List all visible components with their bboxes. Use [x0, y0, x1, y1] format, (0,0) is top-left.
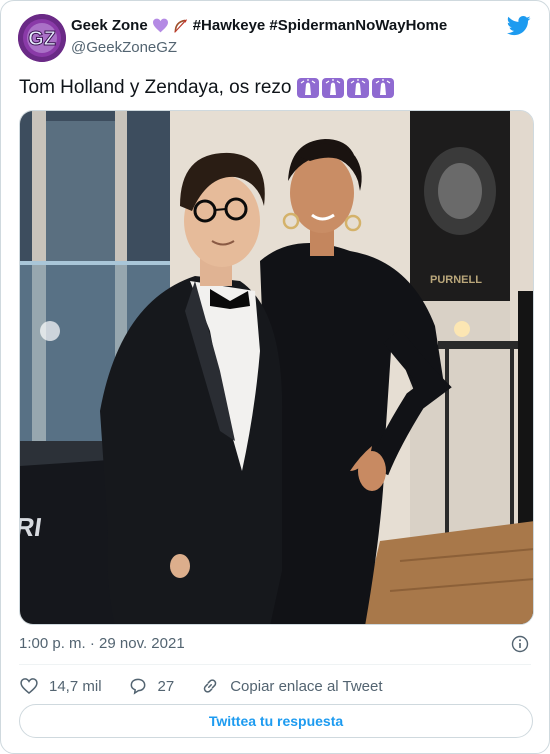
- copy-link-button[interactable]: Copiar enlace al Tweet: [200, 676, 383, 696]
- heart-outline-icon: [20, 678, 38, 695]
- folded-hands-icon: [347, 78, 370, 98]
- folded-hands-icon: [372, 78, 395, 98]
- photo-poster-text: PURNELL: [430, 274, 482, 286]
- avatar[interactable]: GZ: [18, 14, 66, 62]
- like-button[interactable]: 14,7 mil: [19, 676, 102, 696]
- tweet-card: GZ Geek Zone #Hawkeye #SpidermanNoWayHom…: [0, 0, 550, 754]
- avatar-logo-text: GZ: [28, 28, 56, 50]
- bow-and-arrow-icon: [173, 18, 187, 33]
- author-line[interactable]: Geek Zone #Hawkeye #SpidermanNoWayHome: [71, 17, 447, 34]
- author-name[interactable]: Geek Zone: [71, 17, 148, 34]
- tweet-photo[interactable]: PURI PURNELL: [19, 110, 534, 625]
- info-icon[interactable]: [511, 635, 529, 653]
- reply-bubble-icon: [130, 678, 145, 695]
- tweet-text-content: Tom Holland y Zendaya, os rezo: [19, 77, 292, 98]
- folded-hands-emoji-group: [297, 78, 395, 98]
- reply-count-button[interactable]: 27: [128, 676, 175, 696]
- link-icon: [203, 679, 217, 693]
- tweet-timestamp[interactable]: 1:00 p. m. · 29 nov. 2021: [19, 635, 185, 652]
- folded-hands-icon: [322, 78, 345, 98]
- like-count: 14,7 mil: [49, 677, 102, 695]
- reply-button[interactable]: Twittea tu respuesta: [19, 704, 533, 738]
- tweet-text: Tom Holland y Zendaya, os rezo: [19, 77, 395, 99]
- tweet-actions: 14,7 mil 27 Copiar enlace al Tweet: [19, 676, 409, 696]
- folded-hands-icon: [297, 78, 320, 98]
- divider: [19, 664, 531, 665]
- copy-link-label: Copiar enlace al Tweet: [230, 677, 383, 695]
- author-handle[interactable]: @GeekZoneGZ: [71, 39, 177, 56]
- purple-heart-icon: [152, 18, 168, 33]
- author-hashtags[interactable]: #Hawkeye #SpidermanNoWayHome: [193, 17, 448, 34]
- reply-count: 27: [157, 677, 175, 695]
- twitter-bird-icon[interactable]: [507, 16, 531, 36]
